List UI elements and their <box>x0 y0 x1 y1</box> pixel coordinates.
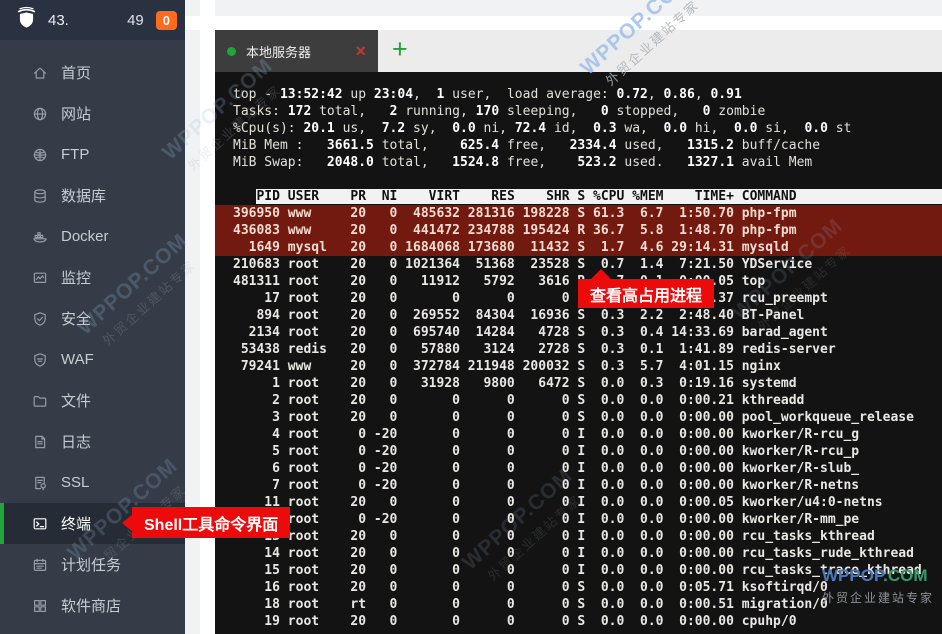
annotation-arrow-left-icon <box>122 514 133 532</box>
files-icon <box>32 393 48 409</box>
process-row: 53438 redis 20 0 57880 3124 2728 S 0.3 0… <box>215 341 942 358</box>
process-row: 2 root 20 0 0 0 0 S 0.0 0.0 0:00.21 kthr… <box>215 392 942 409</box>
sidebar-item-label: Docker <box>61 228 109 245</box>
top-summary-line: MiB Mem : 3661.5 total, 625.4 free, 2334… <box>215 137 942 154</box>
connection-status-dot-icon <box>227 47 236 56</box>
top-summary-line: Tasks: 172 total, 2 running, 170 sleepin… <box>215 103 942 120</box>
annotation-shell-tool: Shell工具命令界面 <box>132 507 290 538</box>
sidebar-item-label: SSL <box>61 474 89 491</box>
panel-header: 43. 49 0 <box>0 0 185 40</box>
brand-name-blue: WPPOP <box>822 566 883 585</box>
sidebar-item-label: 终端 <box>61 513 91 534</box>
sidebar-item-文件[interactable]: 文件 <box>0 380 185 421</box>
top-summary-line: %Cpu(s): 20.1 us, 7.2 sy, 0.0 ni, 72.4 i… <box>215 120 942 137</box>
tab-close-icon[interactable]: × <box>355 42 366 60</box>
terminal-output: top - 13:52:42 up 23:04, 1 user, load av… <box>215 72 942 630</box>
sidebar-item-安全[interactable]: 安全 <box>0 298 185 339</box>
sidebar-item-网站[interactable]: 网站 <box>0 93 185 134</box>
sidebar-item-数据库[interactable]: 数据库 <box>0 175 185 216</box>
monitor-icon <box>32 270 48 286</box>
process-row: 3 root 20 0 0 0 0 S 0.0 0.0 0:00.00 pool… <box>215 409 942 426</box>
sidebar-item-SSL[interactable]: SSL <box>0 462 185 503</box>
process-row: 19 root 20 0 0 0 0 S 0.0 0.0 0:00.00 cpu… <box>215 613 942 630</box>
sidebar-item-label: FTP <box>61 146 89 163</box>
top-strip <box>185 16 942 30</box>
home-icon <box>32 65 48 81</box>
process-row: 14 root 20 0 0 0 0 I 0.0 0.0 0:00.00 rcu… <box>215 545 942 562</box>
process-row: 7 root 0 -20 0 0 0 I 0.0 0.0 0:00.00 kwo… <box>215 477 942 494</box>
waf-icon <box>32 352 48 368</box>
logs-icon <box>32 434 48 450</box>
notification-badge[interactable]: 0 <box>156 11 177 30</box>
terminal-tabbar: 本地服务器 × + <box>215 30 942 72</box>
sidebar-item-label: 日志 <box>61 431 91 452</box>
sidebar-item-日志[interactable]: 日志 <box>0 421 185 462</box>
appstore-icon <box>32 598 48 614</box>
process-row: 5 root 0 -20 0 0 0 I 0.0 0.0 0:00.00 kwo… <box>215 443 942 460</box>
sidebar-item-Docker[interactable]: Docker <box>0 216 185 257</box>
annotation-high-usage: 查看高占用进程 <box>578 279 714 308</box>
process-row: 2134 root 20 0 695740 14284 4728 S 0.3 0… <box>215 324 942 341</box>
process-row: 1 root 20 0 31928 9800 6472 S 0.0 0.3 0:… <box>215 375 942 392</box>
sidebar-item-软件商店[interactable]: 软件商店 <box>0 585 185 626</box>
annotation-arrow-up-icon <box>590 269 612 280</box>
sidebar-item-计划任务[interactable]: 计划任务 <box>0 544 185 585</box>
process-row: 894 root 20 0 269552 84304 16936 S 0.3 2… <box>215 307 942 324</box>
sidebar-item-首页[interactable]: 首页 <box>0 52 185 93</box>
process-row: 1649 mysql 20 0 1684068 173680 11432 S 1… <box>215 239 942 256</box>
brand-tagline: 外贸企业建站专家 <box>822 589 934 606</box>
tab-local-server[interactable]: 本地服务器 × <box>215 30 378 72</box>
top-summary-line: top - 13:52:42 up 23:04, 1 user, load av… <box>215 86 942 103</box>
sidebar-item-label: 软件商店 <box>61 595 121 616</box>
brand-name-green: .COM <box>883 566 927 585</box>
sidebar-item-label: 网站 <box>61 103 91 124</box>
database-icon <box>32 188 48 204</box>
cron-icon <box>32 557 48 573</box>
annotation-shell-tool-text: Shell工具命令界面 <box>144 511 278 535</box>
process-row: 436083 www 20 0 441472 234788 195424 R 3… <box>215 222 942 239</box>
sidebar-item-label: WAF <box>61 351 94 368</box>
security-icon <box>32 311 48 327</box>
tab-label: 本地服务器 <box>246 42 311 61</box>
sidebar-menu: 首页网站 FTP 数据库 Docker 监控安全 WAF 文件日志 SSL 终端计划任务软件商店 <box>0 40 185 626</box>
site-icon <box>32 106 48 122</box>
process-row: 4 root 0 -20 0 0 0 I 0.0 0.0 0:00.00 kwo… <box>215 426 942 443</box>
process-row: 210683 root 20 0 1021364 51368 23528 S 0… <box>215 256 942 273</box>
app-root: 43. 49 0 首页网站 FTP 数据库 Docker 监控安全 WAF 文件日志 SSL 终… <box>0 0 942 634</box>
ftp-icon <box>32 147 48 163</box>
sidebar-item-label: 首页 <box>61 62 91 83</box>
process-row: 13 root 20 0 0 0 0 I 0.0 0.0 0:00.00 rcu… <box>215 528 942 545</box>
sidebar-item-FTP[interactable]: FTP <box>0 134 185 175</box>
terminal-icon <box>32 516 48 532</box>
sidebar-item-WAF[interactable]: WAF <box>0 339 185 380</box>
process-row: 12 root 0 -20 0 0 0 I 0.0 0.0 0:00.00 kw… <box>215 511 942 528</box>
ssl-icon <box>32 475 48 491</box>
header-count: 49 <box>127 12 144 29</box>
blank-line <box>215 171 942 188</box>
sidebar-item-label: 监控 <box>61 267 91 288</box>
sidebar-item-label: 文件 <box>61 390 91 411</box>
process-row: 396950 www 20 0 485632 281316 198228 S 6… <box>215 205 942 222</box>
sidebar-item-label: 安全 <box>61 308 91 329</box>
sidebar-item-label: 数据库 <box>61 185 106 206</box>
terminal[interactable]: top - 13:52:42 up 23:04, 1 user, load av… <box>215 72 942 634</box>
process-table-header: PID USER PR NI VIRT RES SHR S %CPU %MEM … <box>215 188 942 205</box>
sidebar-item-监控[interactable]: 监控 <box>0 257 185 298</box>
top-summary-line: MiB Swap: 2048.0 total, 1524.8 free, 523… <box>215 154 942 171</box>
process-row: 6 root 0 -20 0 0 0 I 0.0 0.0 0:00.00 kwo… <box>215 460 942 477</box>
sidebar: 43. 49 0 首页网站 FTP 数据库 Docker 监控安全 WAF 文件日志 SSL 终… <box>0 0 185 634</box>
brand-watermark: WPPOP.COM 外贸企业建站专家 <box>822 566 934 606</box>
annotation-high-usage-text: 查看高占用进程 <box>590 282 702 306</box>
docker-icon <box>32 229 48 245</box>
process-row: 79241 www 20 0 372784 211948 200032 S 0.… <box>215 358 942 375</box>
new-tab-button[interactable]: + <box>392 30 408 72</box>
brand-name: WPPOP.COM <box>822 566 934 586</box>
server-name: 43. <box>48 12 69 29</box>
process-row: 11 root 20 0 0 0 0 I 0.0 0.0 0:00.05 kwo… <box>215 494 942 511</box>
sidebar-gutter <box>200 0 215 634</box>
sidebar-item-label: 计划任务 <box>61 554 121 575</box>
panel-shield-icon <box>14 5 39 35</box>
